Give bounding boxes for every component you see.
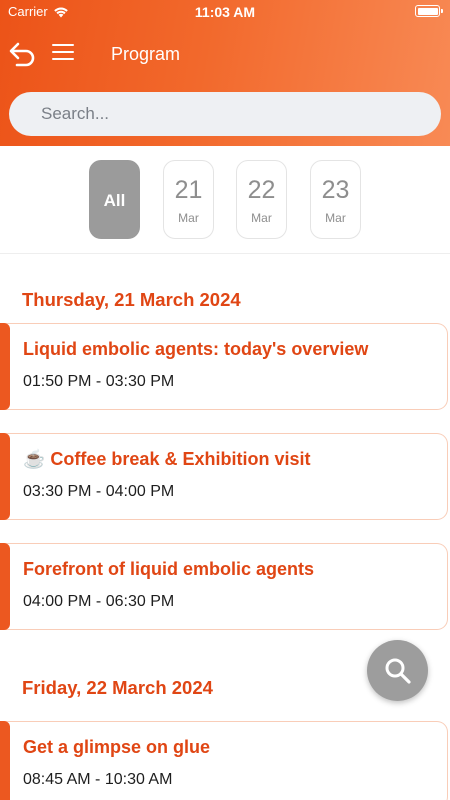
date-chip-month: Mar	[251, 211, 272, 225]
battery-icon	[415, 5, 443, 17]
search-input[interactable]	[9, 92, 441, 136]
date-chip-all-label: All	[103, 191, 126, 210]
session-time: 08:45 AM - 10:30 AM	[23, 771, 173, 788]
search-icon	[385, 658, 411, 684]
search-fab-button[interactable]	[367, 640, 428, 701]
session-time: 01:50 PM - 03:30 PM	[23, 373, 175, 390]
date-chip-23[interactable]: 23 Mar	[310, 160, 361, 239]
session-time: 03:30 PM - 04:00 PM	[23, 483, 175, 500]
menu-button[interactable]	[52, 44, 74, 64]
date-chip-day: 22	[247, 176, 276, 204]
date-chip-22[interactable]: 22 Mar	[236, 160, 287, 239]
date-chip-all[interactable]: All	[89, 160, 140, 239]
date-chip-day: 23	[321, 176, 350, 204]
session-time: 04:00 PM - 06:30 PM	[23, 593, 175, 610]
app-header: Carrier 11:03 AM Program	[0, 0, 450, 146]
session-card[interactable]: Get a glimpse on glue 08:45 AM - 10:30 A…	[0, 721, 448, 800]
date-chip-month: Mar	[178, 211, 199, 225]
menu-icon	[52, 44, 74, 61]
date-filter: All 21 Mar 22 Mar 23 Mar	[0, 146, 450, 254]
date-chip-month: Mar	[325, 211, 346, 225]
back-icon	[9, 42, 35, 67]
session-title: Liquid embolic agents: today's overview	[23, 339, 369, 359]
session-accent	[0, 543, 10, 630]
date-chip-day: 21	[174, 176, 203, 204]
session-title: ☕ Coffee break & Exhibition visit	[23, 449, 311, 469]
session-title: Get a glimpse on glue	[23, 737, 211, 757]
day-heading: Thursday, 21 March 2024	[22, 289, 241, 310]
session-accent	[0, 323, 10, 410]
session-card[interactable]: Liquid embolic agents: today's overview …	[0, 323, 448, 410]
status-bar: Carrier 11:03 AM	[0, 0, 450, 24]
date-chip-21[interactable]: 21 Mar	[163, 160, 214, 239]
page-title: Program	[111, 44, 181, 64]
session-accent	[0, 721, 10, 800]
day-heading: Friday, 22 March 2024	[22, 677, 213, 698]
nav-bar: Program	[0, 36, 450, 72]
session-accent	[0, 433, 10, 520]
session-card[interactable]: Forefront of liquid embolic agents 04:00…	[0, 543, 448, 630]
session-card[interactable]: ☕ Coffee break & Exhibition visit 03:30 …	[0, 433, 448, 520]
status-time: 11:03 AM	[194, 4, 256, 20]
session-title: Forefront of liquid embolic agents	[23, 559, 315, 579]
back-button[interactable]	[8, 40, 38, 68]
